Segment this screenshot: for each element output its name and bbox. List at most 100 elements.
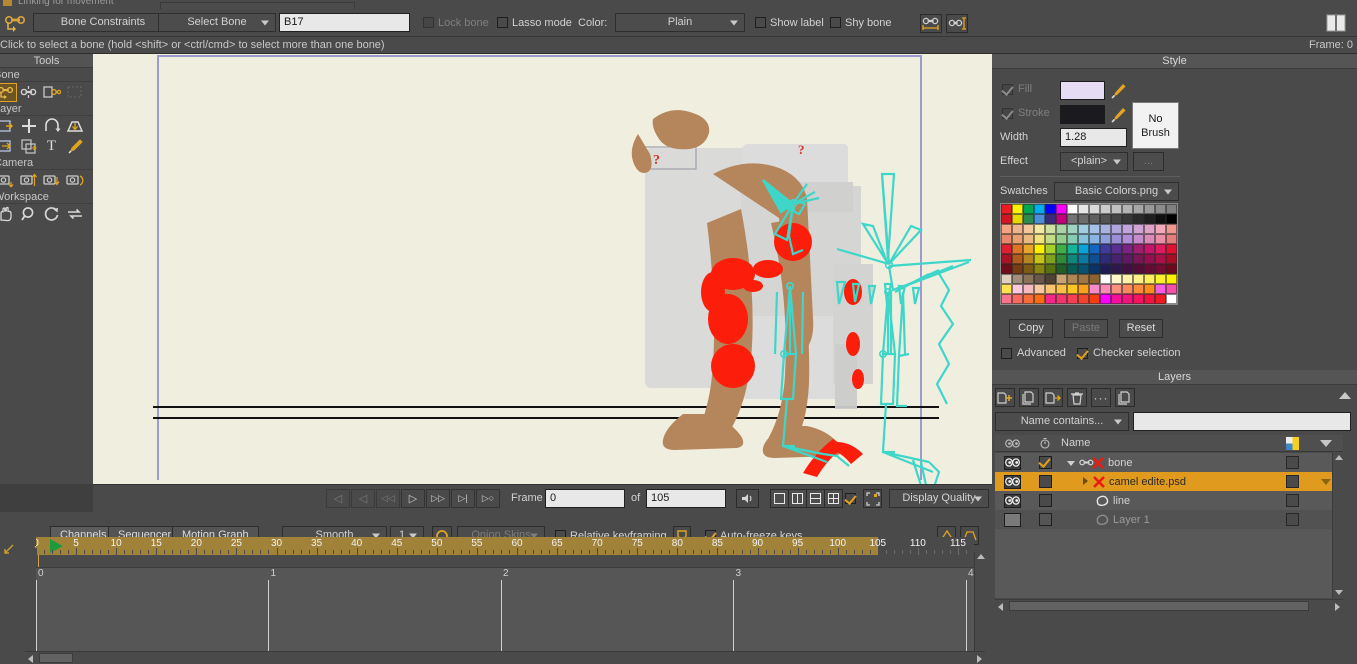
color-swatch[interactable] [1122,234,1133,244]
color-swatch[interactable] [1144,214,1155,224]
layer-filter-dropdown[interactable]: Name contains... [995,412,1129,431]
color-swatch[interactable] [1056,274,1067,284]
color-swatch[interactable] [1122,284,1133,294]
color-swatch[interactable] [1045,214,1056,224]
rotate-workspace-tool[interactable] [40,205,63,224]
layer-visibility-toggle[interactable] [995,493,1029,508]
color-swatch[interactable] [1111,244,1122,254]
color-swatch[interactable] [1001,294,1012,304]
bounds-icon[interactable] [863,489,882,508]
color-swatch[interactable] [1122,264,1133,274]
total-frames-input[interactable]: 105 [646,489,726,508]
effect-options-button[interactable]: ... [1133,152,1164,171]
color-swatch[interactable] [1023,284,1034,294]
color-swatch[interactable] [1045,254,1056,264]
eyedropper-tool[interactable] [63,137,86,156]
color-swatch[interactable] [1067,234,1078,244]
color-swatch[interactable] [1001,284,1012,294]
color-swatch-icon[interactable] [1275,436,1309,450]
color-swatch[interactable] [1100,284,1111,294]
width-input[interactable]: 1.28 [1060,128,1127,147]
layer-color-cell[interactable] [1275,513,1309,526]
quad-view-icon[interactable] [824,489,843,508]
color-swatch[interactable] [1023,264,1034,274]
next-keyframe-button[interactable]: ▷| [451,489,475,508]
stroke-checkbox[interactable] [1002,107,1013,119]
color-swatch[interactable] [1122,204,1133,214]
layer-name-cell[interactable]: bone [1061,456,1275,470]
checker-selection-checkbox[interactable] [1077,347,1088,359]
color-swatch[interactable] [1023,254,1034,264]
color-swatch[interactable] [1089,274,1100,284]
layer-color-cell[interactable] [1275,475,1309,488]
advanced-checkbox[interactable] [1001,347,1012,359]
color-swatch[interactable] [1034,254,1045,264]
color-swatch[interactable] [1078,224,1089,234]
chevron-down-icon[interactable] [1309,439,1343,447]
color-swatch[interactable] [1144,274,1155,284]
color-swatch[interactable] [1023,214,1034,224]
layer-name-cell[interactable]: line [1061,495,1275,507]
color-swatch[interactable] [1012,274,1023,284]
color-swatch[interactable] [1034,264,1045,274]
color-swatch[interactable] [1001,204,1012,214]
color-swatch[interactable] [1056,244,1067,254]
color-swatch[interactable] [1111,204,1122,214]
more-options-icon[interactable]: ··· [1091,388,1111,407]
color-swatch[interactable] [1100,234,1111,244]
color-swatch[interactable] [1067,264,1078,274]
color-swatch[interactable] [1100,224,1111,234]
color-swatch[interactable] [1034,244,1045,254]
speaker-icon[interactable] [736,489,759,508]
previous-frame-button[interactable]: ◁◁ [376,489,400,508]
color-swatch[interactable] [1155,244,1166,254]
color-swatch[interactable] [1144,234,1155,244]
color-swatch[interactable] [1144,204,1155,214]
color-swatch[interactable] [1067,284,1078,294]
color-swatch[interactable] [1122,224,1133,234]
color-swatch[interactable] [1122,254,1133,264]
color-swatch[interactable] [1001,264,1012,274]
help-book-icon[interactable] [1325,13,1347,33]
scroll-left-arrow-icon[interactable] [28,655,33,663]
color-swatch[interactable] [1155,214,1166,224]
color-swatch[interactable] [1122,244,1133,254]
color-swatch[interactable] [1166,224,1177,234]
color-swatch[interactable] [1100,294,1111,304]
zoom-camera-tool[interactable] [17,171,40,190]
fast-forward-button[interactable]: ▷▷ [426,489,450,508]
color-swatch[interactable] [1023,244,1034,254]
color-swatch[interactable] [1067,244,1078,254]
color-swatch[interactable] [1067,214,1078,224]
canvas-viewport[interactable]: ? ? [93,54,992,484]
text-tool[interactable]: T [40,137,63,156]
color-swatch[interactable] [1100,214,1111,224]
layers-scroll-left-arrow-icon[interactable] [998,603,1003,611]
color-swatch[interactable] [1045,264,1056,274]
color-swatch[interactable] [1100,274,1111,284]
layer-name-cell[interactable]: camel edite.psd [1061,475,1275,489]
fill-eyedropper-icon[interactable] [1110,81,1128,100]
color-swatch[interactable] [1023,204,1034,214]
color-swatch[interactable] [1012,264,1023,274]
color-swatch[interactable] [1155,204,1166,214]
layer-animation-toggle[interactable] [1029,513,1061,526]
color-swatch[interactable] [1089,284,1100,294]
color-swatch[interactable] [1144,244,1155,254]
color-swatch[interactable] [1078,214,1089,224]
add-bone-tool[interactable] [17,83,40,102]
layers-scroll-right-arrow-icon[interactable] [1335,603,1340,611]
color-swatch[interactable] [1111,264,1122,274]
color-swatch[interactable] [1078,234,1089,244]
color-swatch[interactable] [1056,204,1067,214]
color-swatch[interactable] [1078,284,1089,294]
color-swatch[interactable] [1045,224,1056,234]
duplicate-layer-icon[interactable] [1019,388,1039,407]
color-swatch[interactable] [1122,294,1133,304]
layer-animation-toggle[interactable] [1029,456,1061,469]
layer-animation-toggle[interactable] [1029,494,1061,507]
color-swatch[interactable] [1111,274,1122,284]
color-swatch[interactable] [1023,294,1034,304]
bind-points-tool[interactable] [63,83,86,102]
color-swatch[interactable] [1144,294,1155,304]
